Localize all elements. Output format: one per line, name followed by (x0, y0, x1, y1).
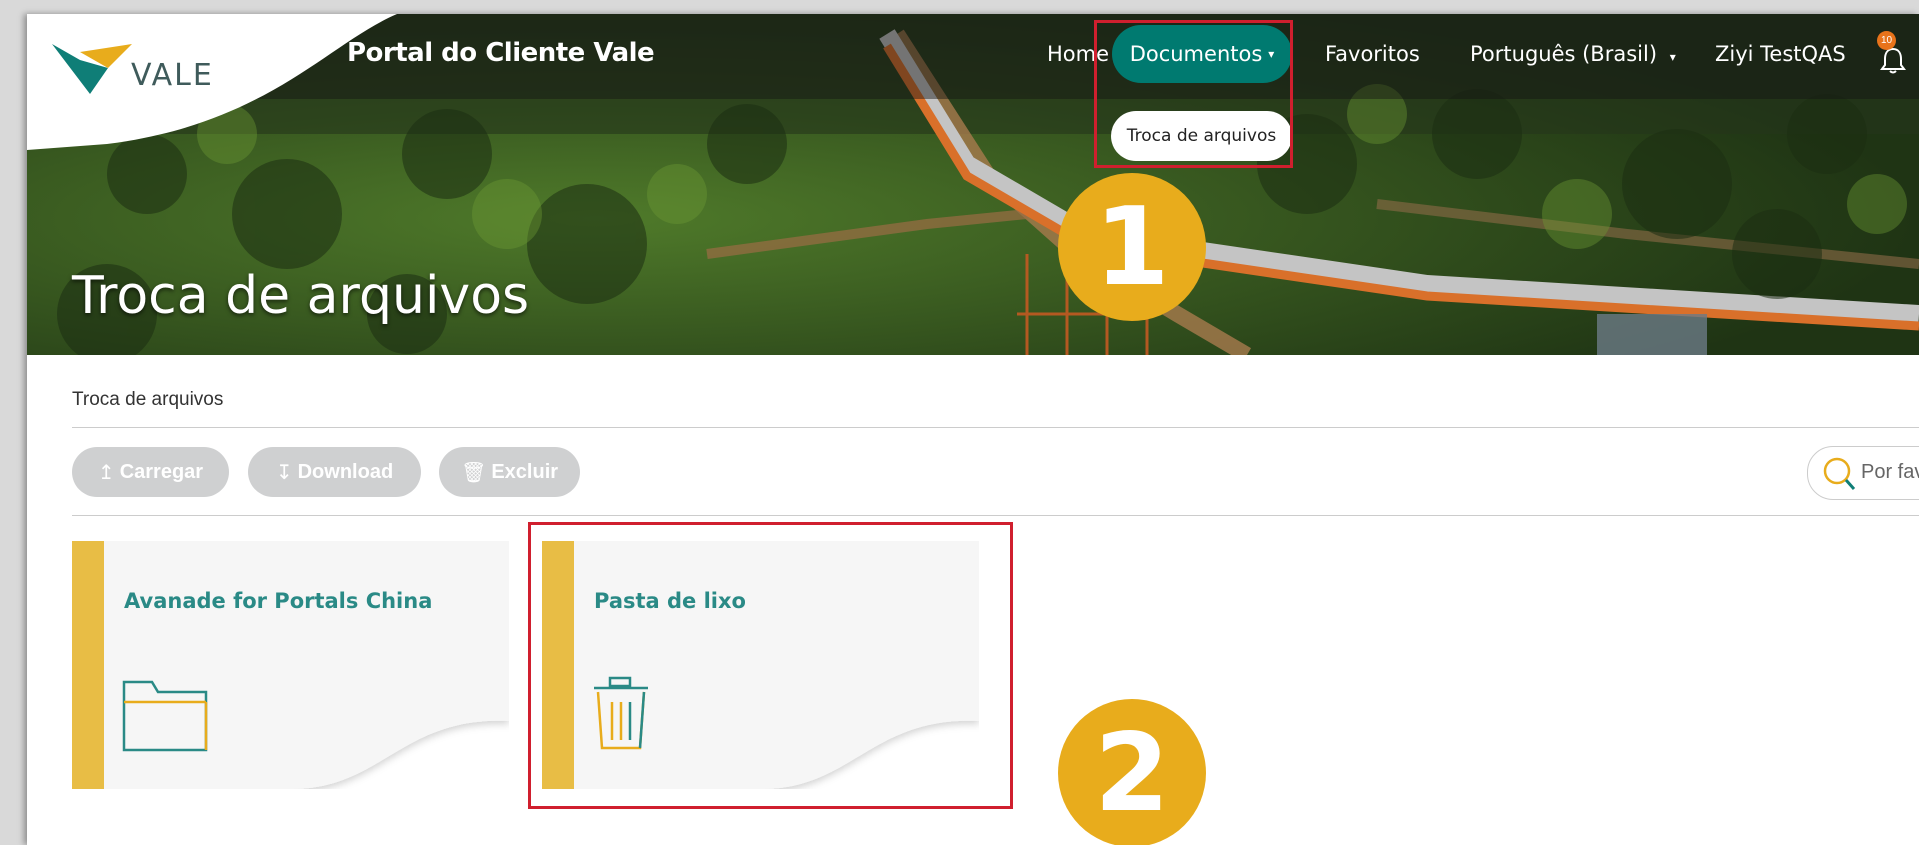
vale-logo-text: VALE (131, 58, 214, 93)
portal-title[interactable]: Portal do Cliente Vale (347, 38, 655, 68)
delete-button-label: Excluir (491, 460, 559, 483)
nav-favorites[interactable]: Favoritos (1325, 42, 1420, 66)
nav-language-dropdown[interactable]: Português (Brasil) ▾ (1470, 42, 1676, 66)
step-badge-2: 2 (1058, 699, 1206, 845)
delete-button[interactable]: 🗑︎ Excluir (439, 447, 580, 497)
hero-banner: VALE Portal do Cliente Vale Home Documen… (27, 14, 1919, 355)
divider (72, 427, 1919, 428)
notification-count-badge: 10 (1877, 31, 1896, 50)
folder-name[interactable]: Avanade for Portals China (124, 589, 432, 613)
highlight-box-step-2 (528, 522, 1013, 809)
vale-logo-icon (52, 44, 132, 94)
download-icon: ↧ (275, 461, 293, 484)
nav-language-label: Português (Brasil) (1470, 42, 1658, 66)
folder-icon (122, 680, 208, 752)
search-placeholder: Por fav (1861, 461, 1919, 483)
folder-card[interactable]: Avanade for Portals China (72, 541, 509, 789)
breadcrumb[interactable]: Troca de arquivos (72, 389, 223, 411)
upload-button-label: Carregar (119, 460, 204, 483)
search-icon (1823, 457, 1856, 490)
chevron-down-icon: ▾ (1669, 50, 1676, 64)
notification-bell-icon[interactable] (1880, 46, 1906, 74)
card-accent-stripe (72, 541, 104, 789)
step-badge-1: 1 (1058, 173, 1206, 321)
page-title: Troca de arquivos (72, 266, 530, 326)
search-input[interactable]: Por fav (1807, 446, 1919, 500)
upload-button[interactable]: ↥ Carregar (72, 447, 229, 497)
upload-icon: ↥ (97, 461, 115, 484)
browser-viewport: VALE Portal do Cliente Vale Home Documen… (27, 14, 1919, 845)
trash-icon: 🗑︎ (460, 461, 487, 484)
download-button-label: Download (297, 460, 394, 483)
download-button[interactable]: ↧ Download (248, 447, 421, 497)
divider (72, 515, 1919, 516)
nav-user-menu[interactable]: Ziyi TestQAS (1715, 42, 1846, 66)
highlight-box-step-1 (1094, 20, 1293, 168)
